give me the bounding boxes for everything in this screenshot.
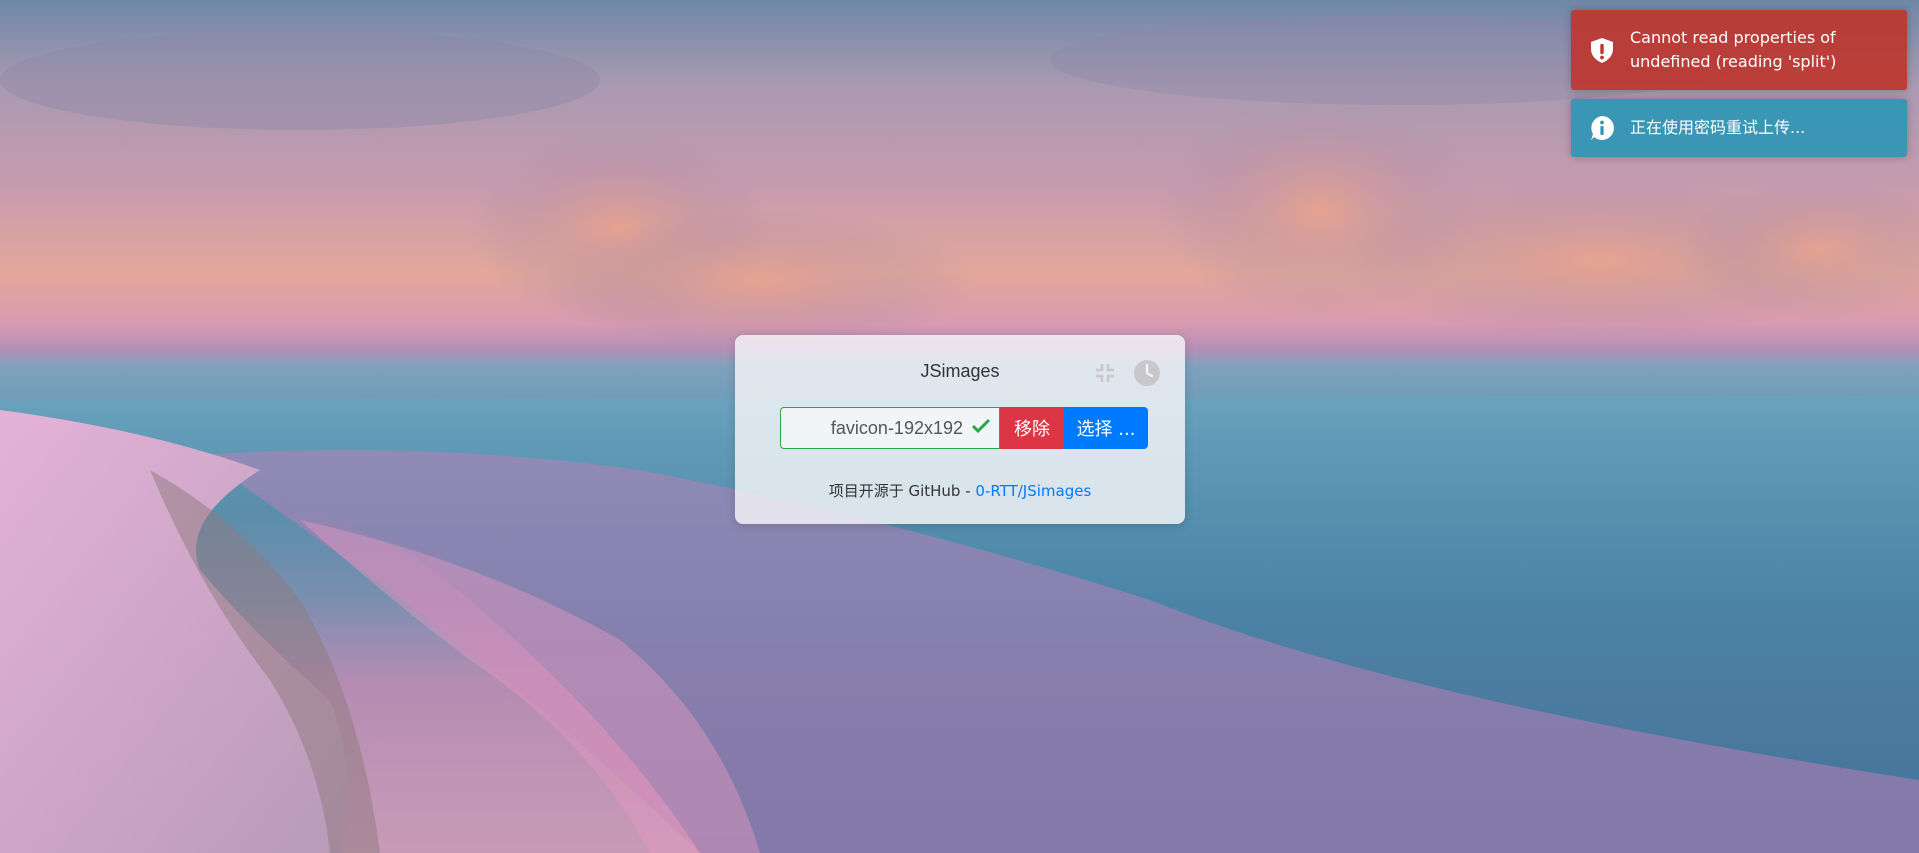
file-name: favicon-192x192 — [830, 417, 963, 438]
footer-credit: 项目开源于 GitHub - 0-RTT/JSimages — [735, 480, 1185, 501]
compress-icon[interactable] — [1091, 359, 1119, 387]
info-toast[interactable]: 正在使用密码重试上传... — [1571, 99, 1907, 157]
error-toast[interactable]: Cannot read properties of undefined (rea… — [1571, 10, 1907, 90]
info-icon — [1588, 114, 1616, 142]
shield-exclamation-icon — [1588, 36, 1616, 64]
check-icon — [971, 417, 991, 440]
file-upload-group: favicon-192x192 移除 选择 ... — [780, 407, 1148, 449]
card-toolbar — [1091, 359, 1161, 387]
choose-file-button[interactable]: 选择 ... — [1064, 407, 1148, 449]
history-clock-icon[interactable] — [1133, 359, 1161, 387]
footer-text: 项目开源于 GitHub - — [828, 482, 976, 500]
remove-button[interactable]: 移除 — [1000, 407, 1064, 449]
upload-card: JSimages favicon-192x192 移除 选择 ... 项目开源于… — [735, 335, 1185, 524]
error-toast-message: Cannot read properties of undefined (rea… — [1630, 28, 1837, 71]
github-link[interactable]: 0-RTT/JSimages — [975, 482, 1091, 500]
info-toast-message: 正在使用密码重试上传... — [1630, 118, 1806, 137]
file-name-field[interactable]: favicon-192x192 — [780, 407, 1000, 449]
